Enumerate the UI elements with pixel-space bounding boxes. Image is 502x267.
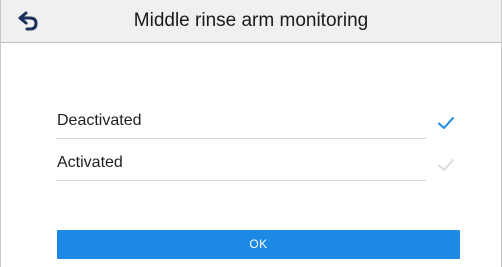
ok-button[interactable]: OK: [57, 230, 460, 259]
checkmark-icon: [436, 157, 456, 173]
header-bar: Middle rinse arm monitoring: [1, 0, 501, 43]
back-button[interactable]: [18, 11, 40, 31]
page-title: Middle rinse arm monitoring: [133, 10, 369, 31]
back-arrow-icon: [18, 11, 38, 31]
divider: [56, 138, 426, 139]
option-activated[interactable]: Activated: [56, 146, 466, 181]
dialog-screen: Middle rinse arm monitoring Deactivated …: [0, 0, 502, 267]
option-deactivated[interactable]: Deactivated: [56, 104, 466, 139]
option-label: Activated: [57, 154, 123, 171]
divider: [56, 180, 426, 181]
checkmark-icon: [436, 115, 456, 131]
option-label: Deactivated: [57, 112, 142, 129]
